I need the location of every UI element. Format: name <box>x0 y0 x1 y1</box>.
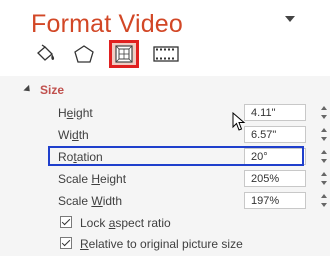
pane-title: Format Video <box>31 10 184 38</box>
lock-aspect-ratio-row: Lock aspect ratio <box>0 213 330 233</box>
tab-video[interactable] <box>151 40 181 68</box>
tab-effects[interactable] <box>69 40 99 68</box>
properties-area: Size Height 4.11" Width 6.57" Rotation 2… <box>0 76 330 256</box>
scale-width-input[interactable]: 197% <box>244 192 306 209</box>
lock-aspect-ratio-label[interactable]: Lock aspect ratio <box>80 216 171 230</box>
scale-width-row: Scale Width 197% <box>0 190 330 212</box>
height-label: Height <box>58 106 93 120</box>
relative-size-checkbox[interactable] <box>60 237 72 249</box>
height-row: Height 4.11" <box>0 102 330 124</box>
relative-size-label[interactable]: Relative to original picture size <box>80 237 243 251</box>
lock-aspect-ratio-checkbox[interactable] <box>60 216 72 228</box>
size-properties-icon <box>115 45 133 63</box>
scale-width-label: Scale Width <box>58 194 123 208</box>
relative-size-row: Relative to original picture size <box>0 234 330 254</box>
section-size-heading[interactable]: Size <box>40 83 64 97</box>
rotation-label: Rotation <box>58 150 103 164</box>
height-input[interactable]: 4.11" <box>244 104 306 121</box>
width-spinner[interactable] <box>320 127 328 143</box>
rotation-input[interactable]: 20° <box>244 148 306 165</box>
width-row: Width 6.57" <box>0 124 330 146</box>
mouse-cursor-icon <box>232 112 246 131</box>
pane-options-icon[interactable] <box>285 16 295 22</box>
format-video-pane: Format Video Size Height 4.11" Width 6.5… <box>0 0 330 256</box>
video-icon <box>153 46 179 62</box>
rotation-row: Rotation 20° <box>0 146 330 168</box>
scale-height-input[interactable]: 205% <box>244 170 306 187</box>
scale-height-label: Scale Height <box>58 172 127 186</box>
tab-fill-line[interactable] <box>31 40 61 68</box>
scale-width-spinner[interactable] <box>320 193 328 209</box>
width-label: Width <box>58 128 89 142</box>
scale-height-row: Scale Height 205% <box>0 168 330 190</box>
rotation-spinner[interactable] <box>320 149 328 165</box>
tab-size-properties[interactable] <box>109 40 139 68</box>
collapse-arrow-icon[interactable] <box>23 84 33 95</box>
height-spinner[interactable] <box>320 105 328 121</box>
width-input[interactable]: 6.57" <box>244 126 306 143</box>
fill-line-icon <box>37 44 55 61</box>
effects-icon <box>74 45 94 63</box>
scale-height-spinner[interactable] <box>320 171 328 187</box>
